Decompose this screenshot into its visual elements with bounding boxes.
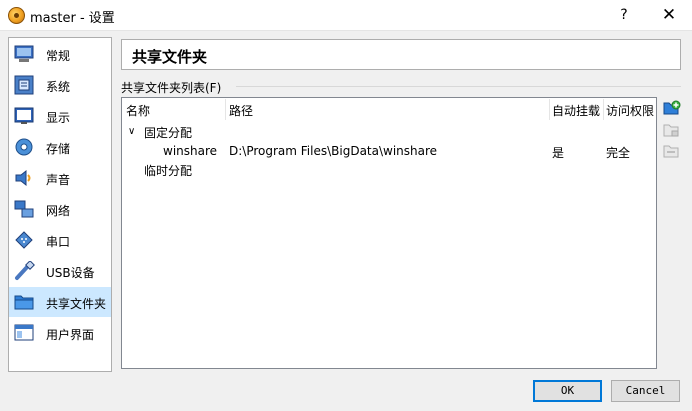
settings-sidebar: 常规 系统 显示 存储 声音 网络 串口 USB设备 共享文件夹 用户界面	[8, 37, 112, 372]
sidebar-item-label: 网络	[46, 204, 71, 218]
sidebar-item-label: 存储	[46, 142, 71, 156]
column-header-automount[interactable]: 自动挂载	[552, 102, 600, 119]
sidebar-item-label: 常规	[46, 49, 71, 63]
sidebar-item-label: 串口	[46, 235, 71, 249]
sidebar-item-usb[interactable]: USB设备	[9, 256, 111, 286]
shared-folders-list-label: 共享文件夹列表(F)	[121, 81, 222, 95]
page-title-box: 共享文件夹	[121, 39, 681, 70]
column-separator[interactable]	[225, 99, 226, 120]
window-title: master - 设置	[30, 11, 115, 26]
chevron-down-icon[interactable]: ∨	[128, 126, 135, 137]
close-button[interactable]: ✕	[649, 0, 689, 31]
title-bar: master - 设置 ? ✕	[0, 0, 692, 31]
sidebar-item-label: 共享文件夹	[46, 297, 107, 311]
remove-shared-folder-icon[interactable]	[663, 143, 681, 159]
sidebar-item-general[interactable]: 常规	[9, 39, 111, 69]
folder-automount: 是	[552, 146, 565, 160]
ok-button[interactable]: OK	[533, 380, 602, 402]
general-icon	[14, 45, 34, 62]
cancel-button[interactable]: Cancel	[611, 380, 680, 402]
sidebar-item-network[interactable]: 网络	[9, 194, 111, 224]
group-divider	[236, 86, 681, 87]
folder-name: winshare	[163, 144, 218, 158]
sidebar-item-shared-folders[interactable]: 共享文件夹	[9, 287, 111, 317]
page-title: 共享文件夹	[132, 48, 208, 66]
sidebar-item-user-interface[interactable]: 用户界面	[9, 318, 111, 348]
virtualbox-app-icon	[8, 7, 25, 24]
column-separator[interactable]	[603, 99, 604, 120]
network-icon	[14, 200, 34, 218]
audio-icon	[15, 169, 31, 187]
serial-port-icon	[15, 231, 33, 249]
folder-access: 完全	[606, 146, 631, 160]
column-header-access[interactable]: 访问权限	[606, 102, 654, 119]
display-icon	[14, 107, 34, 124]
help-button[interactable]: ?	[608, 0, 640, 31]
shared-folders-table[interactable]: 名称 路径 自动挂载 访问权限 ∨ 固定分配 winshare D:\Progr…	[121, 97, 657, 369]
group-label: 临时分配	[144, 164, 193, 178]
sidebar-item-storage[interactable]: 存储	[9, 132, 111, 162]
user-interface-icon	[14, 324, 34, 341]
sidebar-item-label: 用户界面	[46, 328, 95, 342]
shared-folder-icon	[14, 295, 34, 310]
sidebar-item-audio[interactable]: 声音	[9, 163, 111, 193]
sidebar-item-display[interactable]: 显示	[9, 101, 111, 131]
edit-shared-folder-icon[interactable]	[663, 122, 681, 138]
folder-path: D:\Program Files\BigData\winshare	[229, 144, 438, 158]
sidebar-item-label: 声音	[46, 173, 71, 187]
group-label: 固定分配	[144, 126, 193, 140]
sidebar-item-label: USB设备	[46, 266, 95, 280]
column-separator[interactable]	[549, 99, 550, 120]
sidebar-item-serial-port[interactable]: 串口	[9, 225, 111, 255]
column-header-name[interactable]: 名称	[126, 102, 150, 119]
column-header-path[interactable]: 路径	[229, 102, 253, 119]
storage-icon	[15, 138, 33, 156]
usb-icon	[15, 261, 35, 280]
sidebar-item-system[interactable]: 系统	[9, 70, 111, 100]
sidebar-item-label: 显示	[46, 111, 71, 125]
sidebar-item-label: 系统	[46, 80, 71, 94]
add-shared-folder-icon[interactable]	[663, 100, 681, 116]
system-icon	[14, 75, 34, 95]
